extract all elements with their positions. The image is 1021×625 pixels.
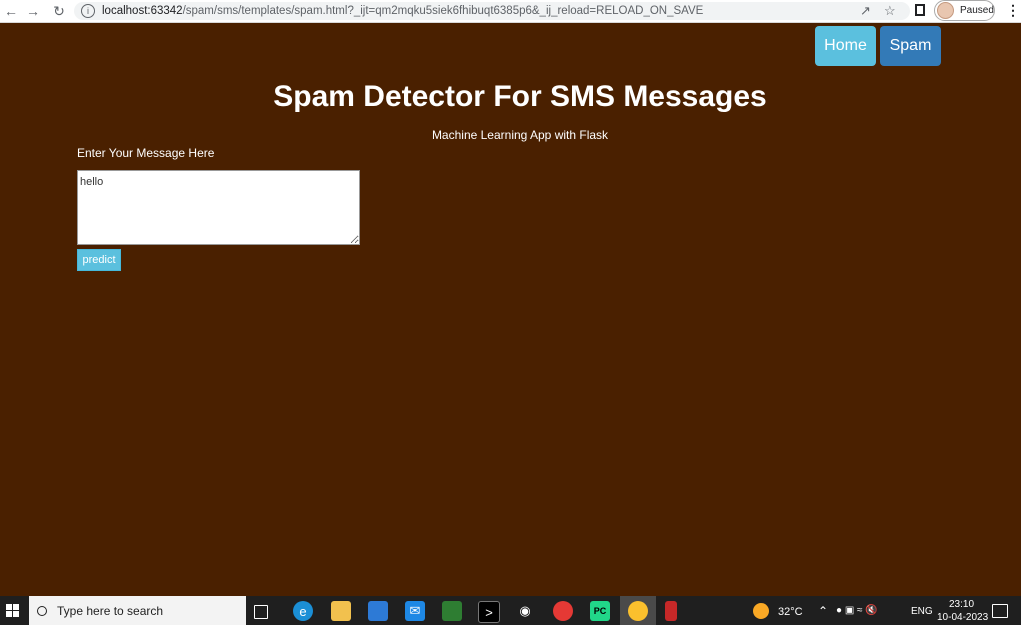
- bookmark-star-icon[interactable]: ☆: [884, 3, 896, 19]
- predict-button[interactable]: predict: [77, 249, 121, 271]
- mail-icon[interactable]: ✉: [405, 601, 425, 621]
- app-icon-2[interactable]: [665, 601, 677, 621]
- app-icon[interactable]: [442, 601, 462, 621]
- weather-icon[interactable]: [753, 603, 769, 619]
- temperature[interactable]: 32°C: [778, 606, 803, 618]
- address-bar[interactable]: i localhost:63342/spam/sms/templates/spa…: [74, 2, 910, 20]
- language-indicator[interactable]: ENG: [911, 606, 933, 617]
- search-icon: [37, 605, 47, 616]
- message-input[interactable]: hello: [77, 170, 360, 245]
- page-title: Spam Detector For SMS Messages: [273, 80, 767, 113]
- taskbar: Type here to search e ✉ > ◉ PC 32°C ⌃ ● …: [0, 596, 1021, 625]
- share-icon[interactable]: ↗: [860, 3, 871, 19]
- notification-icon[interactable]: [992, 604, 1008, 618]
- url-path: /spam/sms/templates/spam.html?_ijt=qm2mq…: [182, 5, 704, 17]
- nav-spam-button[interactable]: Spam: [880, 26, 941, 66]
- clock-date[interactable]: 10-04-2023: [937, 612, 988, 623]
- taskbar-search[interactable]: Type here to search: [29, 596, 246, 625]
- side-panel-icon[interactable]: [915, 4, 925, 16]
- site-info-icon[interactable]: i: [81, 4, 95, 18]
- terminal-icon[interactable]: >: [478, 601, 500, 623]
- chevron-up-icon[interactable]: ⌃: [818, 604, 828, 618]
- message-label: Enter Your Message Here: [77, 146, 215, 160]
- reload-icon[interactable]: ↻: [48, 0, 70, 22]
- url-host: localhost:63342: [102, 5, 183, 17]
- game-icon[interactable]: ◉: [515, 601, 535, 621]
- url-text[interactable]: localhost:63342/spam/sms/templates/spam.…: [102, 5, 703, 17]
- browser-menu-icon[interactable]: ⋮: [1006, 2, 1020, 19]
- nav-home-button[interactable]: Home: [815, 26, 876, 66]
- tray-icons[interactable]: ● ▣ ≈ 🔇: [836, 605, 878, 616]
- back-icon[interactable]: ←: [0, 0, 22, 22]
- store-icon[interactable]: [368, 601, 388, 621]
- profile-button[interactable]: Paused: [934, 0, 995, 21]
- edge-icon[interactable]: e: [293, 601, 313, 621]
- browser-toolbar: ← → ↻ i localhost:63342/spam/sms/templat…: [0, 0, 1021, 23]
- forward-icon[interactable]: →: [22, 0, 44, 22]
- windows-start-icon[interactable]: [6, 604, 19, 617]
- task-view-icon[interactable]: [254, 605, 268, 619]
- profile-status: Paused: [960, 5, 994, 16]
- file-explorer-icon[interactable]: [331, 601, 351, 621]
- page-subtitle: Machine Learning App with Flask: [431, 128, 609, 142]
- clock-time[interactable]: 23:10: [949, 599, 974, 610]
- search-placeholder: Type here to search: [57, 603, 164, 618]
- chrome-active-icon[interactable]: [628, 601, 648, 621]
- avatar: [937, 2, 954, 19]
- pycharm-icon[interactable]: PC: [590, 601, 610, 621]
- chrome-icon[interactable]: [553, 601, 573, 621]
